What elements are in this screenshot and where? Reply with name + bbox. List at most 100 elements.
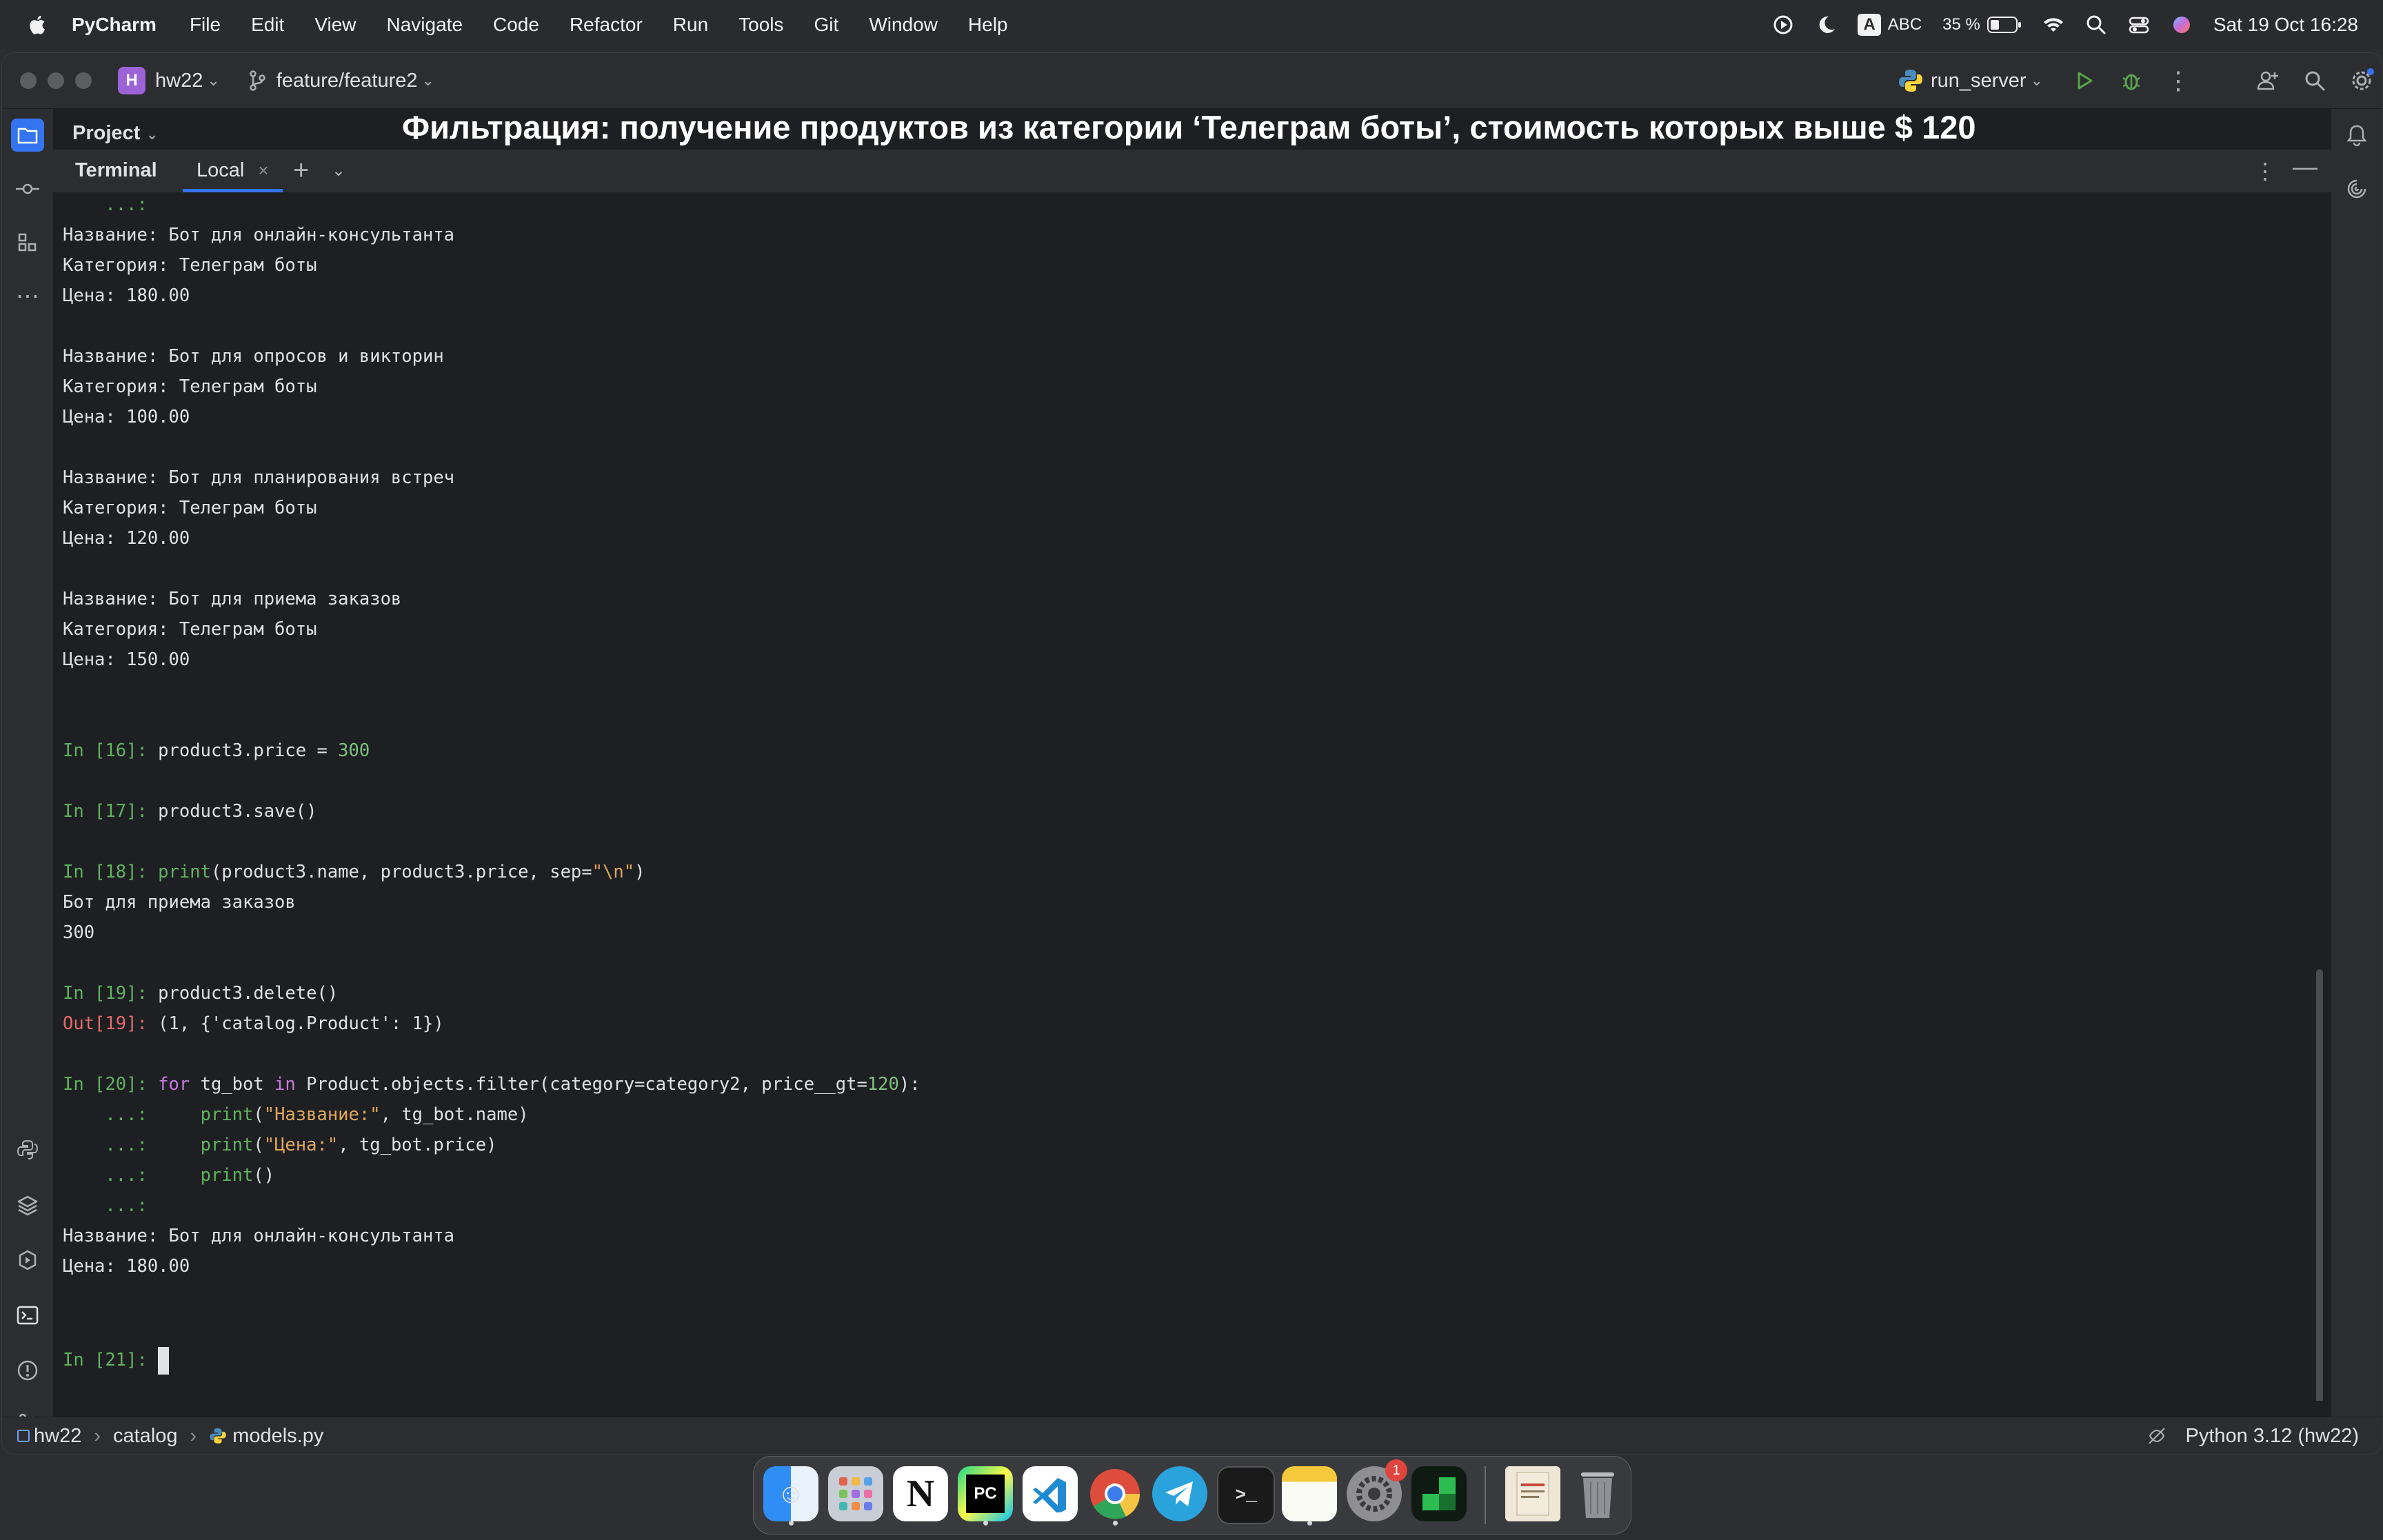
project-name[interactable]: hw22 bbox=[155, 70, 203, 92]
git-branch-name[interactable]: feature/feature2 bbox=[276, 70, 418, 92]
terminal-line: ...: print("Цена:", tg_bot.price) bbox=[63, 1135, 497, 1155]
telegram-icon[interactable] bbox=[1152, 1466, 1207, 1521]
breadcrumb-folder[interactable]: catalog bbox=[113, 1425, 178, 1448]
finder-icon[interactable]: ☺ bbox=[763, 1466, 818, 1526]
terminal-line: Название: Бот для онлайн-консультанта bbox=[63, 1226, 455, 1246]
menu-run[interactable]: Run bbox=[673, 14, 708, 36]
settings-gear-icon[interactable] bbox=[2348, 67, 2375, 94]
project-folder-icon[interactable] bbox=[11, 119, 44, 152]
terminal-output[interactable]: ...: Название: Бот для онлайн-консультан… bbox=[53, 193, 2331, 1401]
siri-icon[interactable] bbox=[2171, 14, 2193, 36]
commit-icon[interactable] bbox=[11, 172, 44, 205]
window-minimize-button[interactable] bbox=[48, 72, 64, 89]
menu-app-name[interactable]: PyCharm bbox=[72, 14, 157, 36]
battery[interactable]: 35 % bbox=[1942, 15, 2022, 34]
slide-caption: Фильтрация: получение продуктов из катег… bbox=[402, 109, 1976, 145]
project-badge[interactable]: H bbox=[118, 67, 145, 94]
add-user-icon[interactable] bbox=[2254, 67, 2282, 94]
launchpad-icon[interactable] bbox=[828, 1466, 883, 1521]
breadcrumb-project[interactable]: hw22 bbox=[34, 1425, 81, 1448]
pycharm-icon[interactable]: PC bbox=[958, 1466, 1013, 1526]
apple-icon[interactable] bbox=[28, 14, 46, 35]
moon-icon[interactable] bbox=[1815, 14, 1837, 36]
window-zoom-button[interactable] bbox=[75, 72, 92, 89]
dock-divider bbox=[1485, 1466, 1486, 1524]
menu-refactor[interactable]: Refactor bbox=[570, 14, 643, 36]
system-settings-icon[interactable]: 1 bbox=[1347, 1459, 1407, 1521]
breadcrumb-file[interactable]: models.py bbox=[232, 1425, 323, 1448]
terminal-line: In [18]: print(product3.name, product3.p… bbox=[63, 862, 645, 882]
services-icon[interactable] bbox=[11, 1244, 44, 1277]
menu-help[interactable]: Help bbox=[968, 14, 1008, 36]
terminal-icon[interactable] bbox=[11, 1299, 44, 1332]
menu-tools[interactable]: Tools bbox=[738, 14, 783, 36]
terminal-line: Категория: Телеграм боты bbox=[63, 619, 317, 640]
tab-local-label: Local bbox=[197, 159, 245, 181]
terminal-line: Цена: 100.00 bbox=[63, 407, 190, 427]
title-bar-actions: run_server ⌄ ⋮ bbox=[1898, 53, 2382, 108]
macos-dock: ☺ N PC >_ 1 bbox=[753, 1456, 1631, 1534]
input-source[interactable]: A ABC bbox=[1858, 14, 1922, 36]
more-tools-icon[interactable]: ⋯ bbox=[11, 280, 44, 313]
menu-git[interactable]: Git bbox=[814, 14, 839, 36]
debug-icon[interactable] bbox=[2118, 67, 2145, 94]
window-close-button[interactable] bbox=[20, 72, 37, 89]
app-icon[interactable] bbox=[1411, 1466, 1467, 1521]
play-circle-icon[interactable] bbox=[1772, 14, 1794, 36]
terminal-line: Цена: 120.00 bbox=[63, 528, 190, 549]
layers-icon[interactable] bbox=[11, 1188, 44, 1222]
minimize-panel-icon[interactable]: — bbox=[2293, 152, 2317, 181]
chevron-down-icon[interactable]: ⌄ bbox=[2031, 72, 2043, 90]
run-icon[interactable] bbox=[2071, 67, 2098, 94]
wifi-icon[interactable] bbox=[2042, 14, 2064, 36]
menu-window[interactable]: Window bbox=[869, 14, 938, 36]
menu-view[interactable]: View bbox=[314, 14, 356, 36]
trash-icon[interactable] bbox=[1570, 1466, 1625, 1521]
tab-local[interactable]: Local × bbox=[183, 150, 283, 192]
terminal-scrollbar[interactable] bbox=[2316, 969, 2323, 1401]
menu-edit[interactable]: Edit bbox=[251, 14, 284, 36]
project-panel-title: Project bbox=[72, 122, 141, 144]
no-inspections-icon[interactable] bbox=[2147, 1426, 2166, 1446]
terminal-prompt-line[interactable]: In [21]: bbox=[63, 1347, 170, 1375]
terminal-line: Out[19]: (1, {'catalog.Product': 1}) bbox=[63, 1013, 444, 1034]
python-interpreter[interactable]: Python 3.12 (hw22) bbox=[2186, 1425, 2359, 1448]
status-bar-right: Python 3.12 (hw22) bbox=[2147, 1417, 2359, 1454]
terminal-line: In [17]: product3.save() bbox=[63, 801, 317, 822]
new-tab-plus-icon[interactable]: + bbox=[293, 155, 309, 186]
notion-icon[interactable]: N bbox=[893, 1466, 948, 1521]
terminal-line: Категория: Телеграм боты bbox=[63, 376, 317, 397]
input-source-badge: A bbox=[1858, 14, 1881, 36]
notes-icon[interactable] bbox=[1282, 1466, 1337, 1526]
vscode-icon[interactable] bbox=[1023, 1466, 1078, 1521]
terminal-line: Название: Бот для опросов и викторин bbox=[63, 346, 444, 367]
chevron-down-icon[interactable]: ⌄ bbox=[332, 161, 345, 181]
ai-assistant-icon[interactable] bbox=[2340, 172, 2373, 205]
menu-navigate[interactable]: Navigate bbox=[387, 14, 463, 36]
terminal-line: In [20]: for tg_bot in Product.objects.f… bbox=[63, 1074, 921, 1095]
project-panel-header[interactable]: Project ⌄ bbox=[72, 122, 159, 145]
terminal-icon[interactable]: >_ bbox=[1217, 1466, 1275, 1524]
book-icon[interactable] bbox=[1505, 1466, 1560, 1521]
control-center-icon[interactable] bbox=[2128, 14, 2150, 36]
menu-file[interactable]: File bbox=[190, 14, 221, 36]
menu-code[interactable]: Code bbox=[493, 14, 539, 36]
chevron-down-icon[interactable]: ⌄ bbox=[422, 72, 434, 90]
structure-icon[interactable] bbox=[11, 226, 44, 259]
close-tab-icon[interactable]: × bbox=[258, 160, 268, 181]
python-console-icon[interactable] bbox=[11, 1133, 44, 1166]
problems-icon[interactable] bbox=[11, 1354, 44, 1387]
run-configuration[interactable]: run_server bbox=[1931, 70, 2027, 92]
spotlight-search-icon[interactable] bbox=[2085, 14, 2107, 36]
search-icon[interactable] bbox=[2301, 67, 2329, 94]
chevron-right-icon: › bbox=[190, 1424, 197, 1447]
chevron-down-icon[interactable]: ⌄ bbox=[207, 72, 219, 90]
chrome-icon[interactable] bbox=[1087, 1466, 1143, 1526]
git-branch-icon bbox=[250, 70, 265, 91]
more-actions-icon[interactable]: ⋮ bbox=[2164, 66, 2192, 94]
notification-badge: 1 bbox=[1385, 1459, 1407, 1481]
terminal-options-icon[interactable]: ⋮ bbox=[2254, 158, 2276, 184]
notifications-bell-icon[interactable] bbox=[2340, 119, 2373, 152]
right-tool-strip bbox=[2331, 109, 2382, 1437]
menubar-clock[interactable]: Sat 19 Oct 16:28 bbox=[2213, 14, 2358, 36]
